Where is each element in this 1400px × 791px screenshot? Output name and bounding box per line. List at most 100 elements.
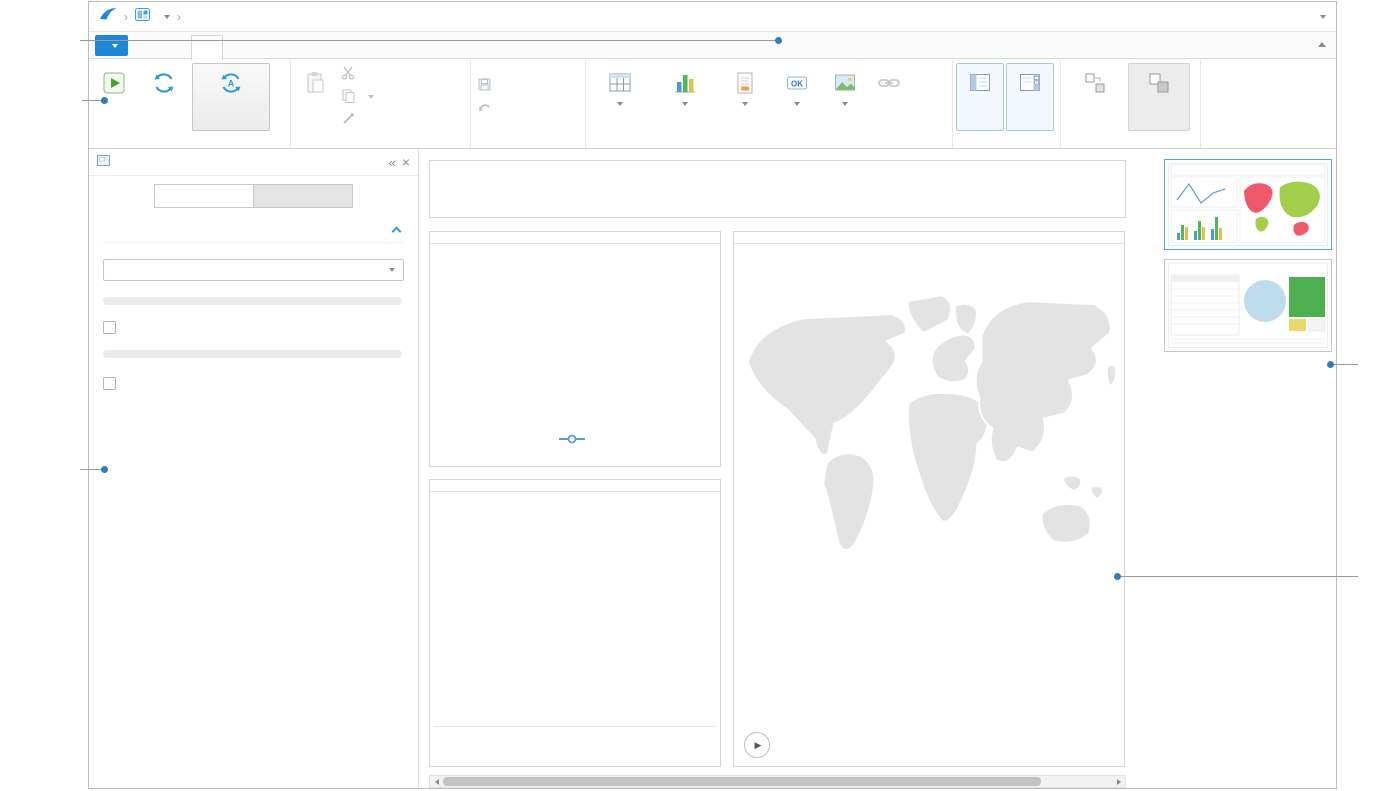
link-button[interactable]	[869, 63, 909, 131]
view-icon	[101, 69, 127, 96]
play-button[interactable]: ▶	[744, 732, 770, 758]
ribbon-group-view	[953, 60, 1061, 148]
screenshot-canvas: › ›	[0, 0, 1400, 791]
format-brush-icon	[341, 111, 356, 129]
ribbon-group-data	[471, 60, 586, 148]
breadcrumb-separator: ›	[124, 10, 128, 24]
world-map[interactable]	[742, 280, 1118, 580]
communication-chart-title	[430, 480, 720, 492]
app-window: › ›	[88, 1, 1337, 789]
reports-button[interactable]	[719, 63, 771, 131]
fill-select-caret-icon	[389, 268, 395, 272]
side-panel-icon	[967, 69, 993, 96]
breadcrumb-bar: › ›	[89, 2, 1336, 32]
tab-slide[interactable]	[255, 35, 287, 60]
slide-1-thumbnail[interactable]	[1164, 159, 1332, 250]
app-logo-icon[interactable]	[99, 7, 117, 26]
ribbon-collapse-icon[interactable]	[1318, 42, 1326, 47]
format-by-template-button[interactable]	[341, 111, 374, 130]
slide-1-preview	[1168, 163, 1328, 246]
ribbon-group-clipboard	[291, 60, 471, 148]
communication-chart-legend	[434, 726, 716, 735]
refresh-button[interactable]	[138, 63, 190, 131]
communication-bar-chart	[430, 508, 720, 720]
svg-text:OK: OK	[791, 79, 803, 88]
undo-icon	[477, 100, 492, 118]
scrollbar-thumb[interactable]	[443, 777, 1041, 786]
control-icon: OK	[784, 69, 810, 96]
manually-button[interactable]	[1128, 63, 1190, 131]
chevron-up-icon	[392, 227, 402, 237]
dashboard-title-panel[interactable]	[429, 160, 1126, 218]
slide-2-preview	[1168, 263, 1328, 348]
tab-insert[interactable]	[223, 35, 255, 60]
dashboards-caret-icon[interactable]	[164, 15, 170, 19]
inflation-chart-title	[430, 232, 720, 244]
fill-select[interactable]	[103, 259, 404, 281]
dashboards-icon	[135, 8, 150, 26]
ribbon-group-insert: OK	[586, 60, 953, 148]
side-panel-toggle-button[interactable]	[956, 63, 1004, 131]
other-button[interactable]	[823, 63, 867, 131]
annotation-line-slide-panel	[1333, 364, 1358, 365]
ribbon-group-report: A	[89, 60, 291, 148]
automatic-button[interactable]	[1064, 63, 1126, 131]
annotation-dot-side-panel	[101, 466, 108, 473]
communication-chart-panel[interactable]	[429, 479, 721, 767]
document-caret-icon	[112, 44, 118, 48]
scroll-right-icon[interactable]	[1112, 776, 1125, 787]
side-panel-header: « ×	[89, 149, 418, 176]
control-button[interactable]: OK	[773, 63, 821, 131]
save-icon	[477, 77, 492, 95]
inflation-chart-panel[interactable]	[429, 231, 721, 467]
containers-button[interactable]	[589, 63, 651, 131]
slide-2-thumbnail[interactable]	[1164, 259, 1332, 352]
autoupdate-button[interactable]: A	[192, 63, 270, 131]
annotation-line-main-menu	[80, 40, 777, 41]
user-menu-caret-icon[interactable]	[1320, 15, 1326, 19]
gni-map-panel[interactable]: ▶	[733, 231, 1125, 767]
annotation-dot-slide-panel	[1327, 361, 1334, 368]
tab-home[interactable]	[191, 35, 223, 61]
slide-panel	[1129, 149, 1336, 788]
collapse-panel-icon[interactable]: «	[389, 155, 396, 170]
automatic-layout-icon	[1082, 69, 1108, 96]
ribbon-filler	[1201, 60, 1336, 148]
inflation-chart-legend	[430, 434, 720, 447]
paddings-checkbox[interactable]	[103, 321, 116, 334]
main-menu-bar	[89, 32, 1336, 59]
scroll-left-icon[interactable]	[430, 776, 443, 787]
tab-slide-properties[interactable]	[253, 184, 353, 208]
slide-icon	[97, 153, 110, 171]
horizontal-scrollbar[interactable]	[429, 775, 1126, 788]
paste-button[interactable]	[294, 63, 336, 131]
paste-icon	[302, 69, 328, 96]
close-panel-icon[interactable]: ×	[402, 154, 410, 170]
autoupdate-icon: A	[218, 69, 244, 96]
divider-bar	[103, 297, 402, 305]
custom-size-row	[103, 377, 404, 390]
tab-document[interactable]	[154, 184, 254, 208]
reports-icon	[732, 69, 758, 96]
annotation-dot-working-area	[1114, 573, 1121, 580]
save-changes-button[interactable]	[477, 76, 498, 95]
slide-section-header[interactable]	[103, 228, 404, 243]
annotation-dot-main-menu	[775, 37, 782, 44]
svg-text:A: A	[228, 78, 235, 88]
view-button[interactable]	[92, 63, 136, 131]
document-button[interactable]	[95, 35, 128, 56]
other-icon	[832, 69, 858, 96]
annotation-dot-ribbon	[101, 97, 108, 104]
visualizers-icon	[672, 69, 698, 96]
visualizers-button[interactable]	[653, 63, 717, 131]
slide-panel-toggle-button[interactable]	[1006, 63, 1054, 131]
undo-changes-button[interactable]	[477, 99, 498, 118]
copy-button[interactable]	[341, 88, 374, 107]
custom-size-checkbox[interactable]	[103, 377, 116, 390]
visualizers-caret-icon	[682, 102, 688, 106]
slide-panel-icon	[1017, 69, 1043, 96]
cut-button[interactable]	[341, 65, 374, 84]
control-caret-icon	[794, 102, 800, 106]
cut-icon	[341, 65, 356, 83]
menu-tabs	[191, 35, 287, 60]
